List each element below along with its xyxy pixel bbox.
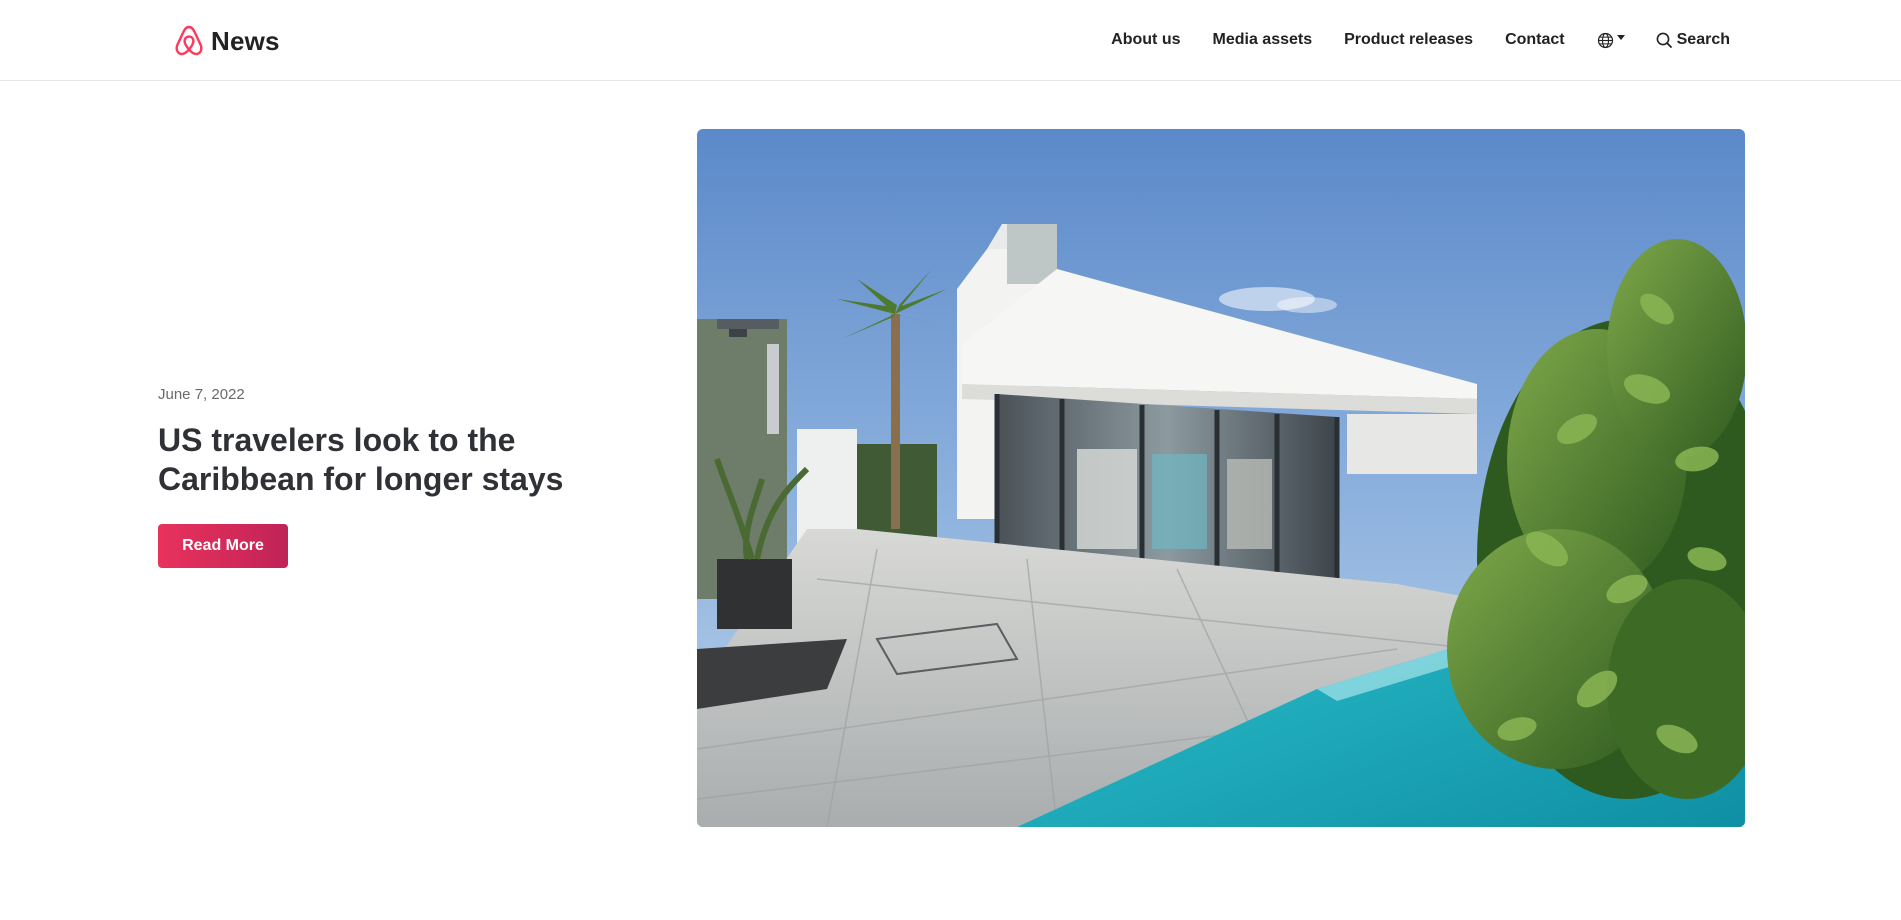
airbnb-logo-icon [175, 25, 203, 56]
brand-name: News [211, 25, 280, 56]
nav-link-contact[interactable]: Contact [1505, 31, 1565, 49]
search-button[interactable]: Search [1655, 31, 1730, 49]
language-dropdown[interactable] [1597, 32, 1625, 49]
site-header: News About us Media assets Product relea… [0, 0, 1901, 81]
story-date: June 7, 2022 [158, 386, 245, 403]
story-title[interactable]: US travelers look to the Caribbean for l… [158, 421, 658, 499]
nav-link-about-us[interactable]: About us [1111, 31, 1180, 49]
nav-link-product-releases[interactable]: Product releases [1344, 31, 1473, 49]
nav-link-media-assets[interactable]: Media assets [1213, 31, 1313, 49]
chevron-down-icon [1616, 35, 1625, 40]
read-more-button[interactable]: Read More [158, 524, 288, 568]
globe-icon [1597, 32, 1613, 48]
search-icon [1656, 32, 1672, 48]
brand-logo-link[interactable]: News [173, 23, 280, 59]
search-label: Search [1676, 31, 1730, 48]
villa-photo [697, 129, 1745, 827]
main-nav: About us Media assets Product releases C… [1111, 24, 1730, 56]
featured-story-text: June 7, 2022 US travelers look to the Ca… [158, 386, 658, 568]
story-image[interactable] [697, 129, 1745, 827]
